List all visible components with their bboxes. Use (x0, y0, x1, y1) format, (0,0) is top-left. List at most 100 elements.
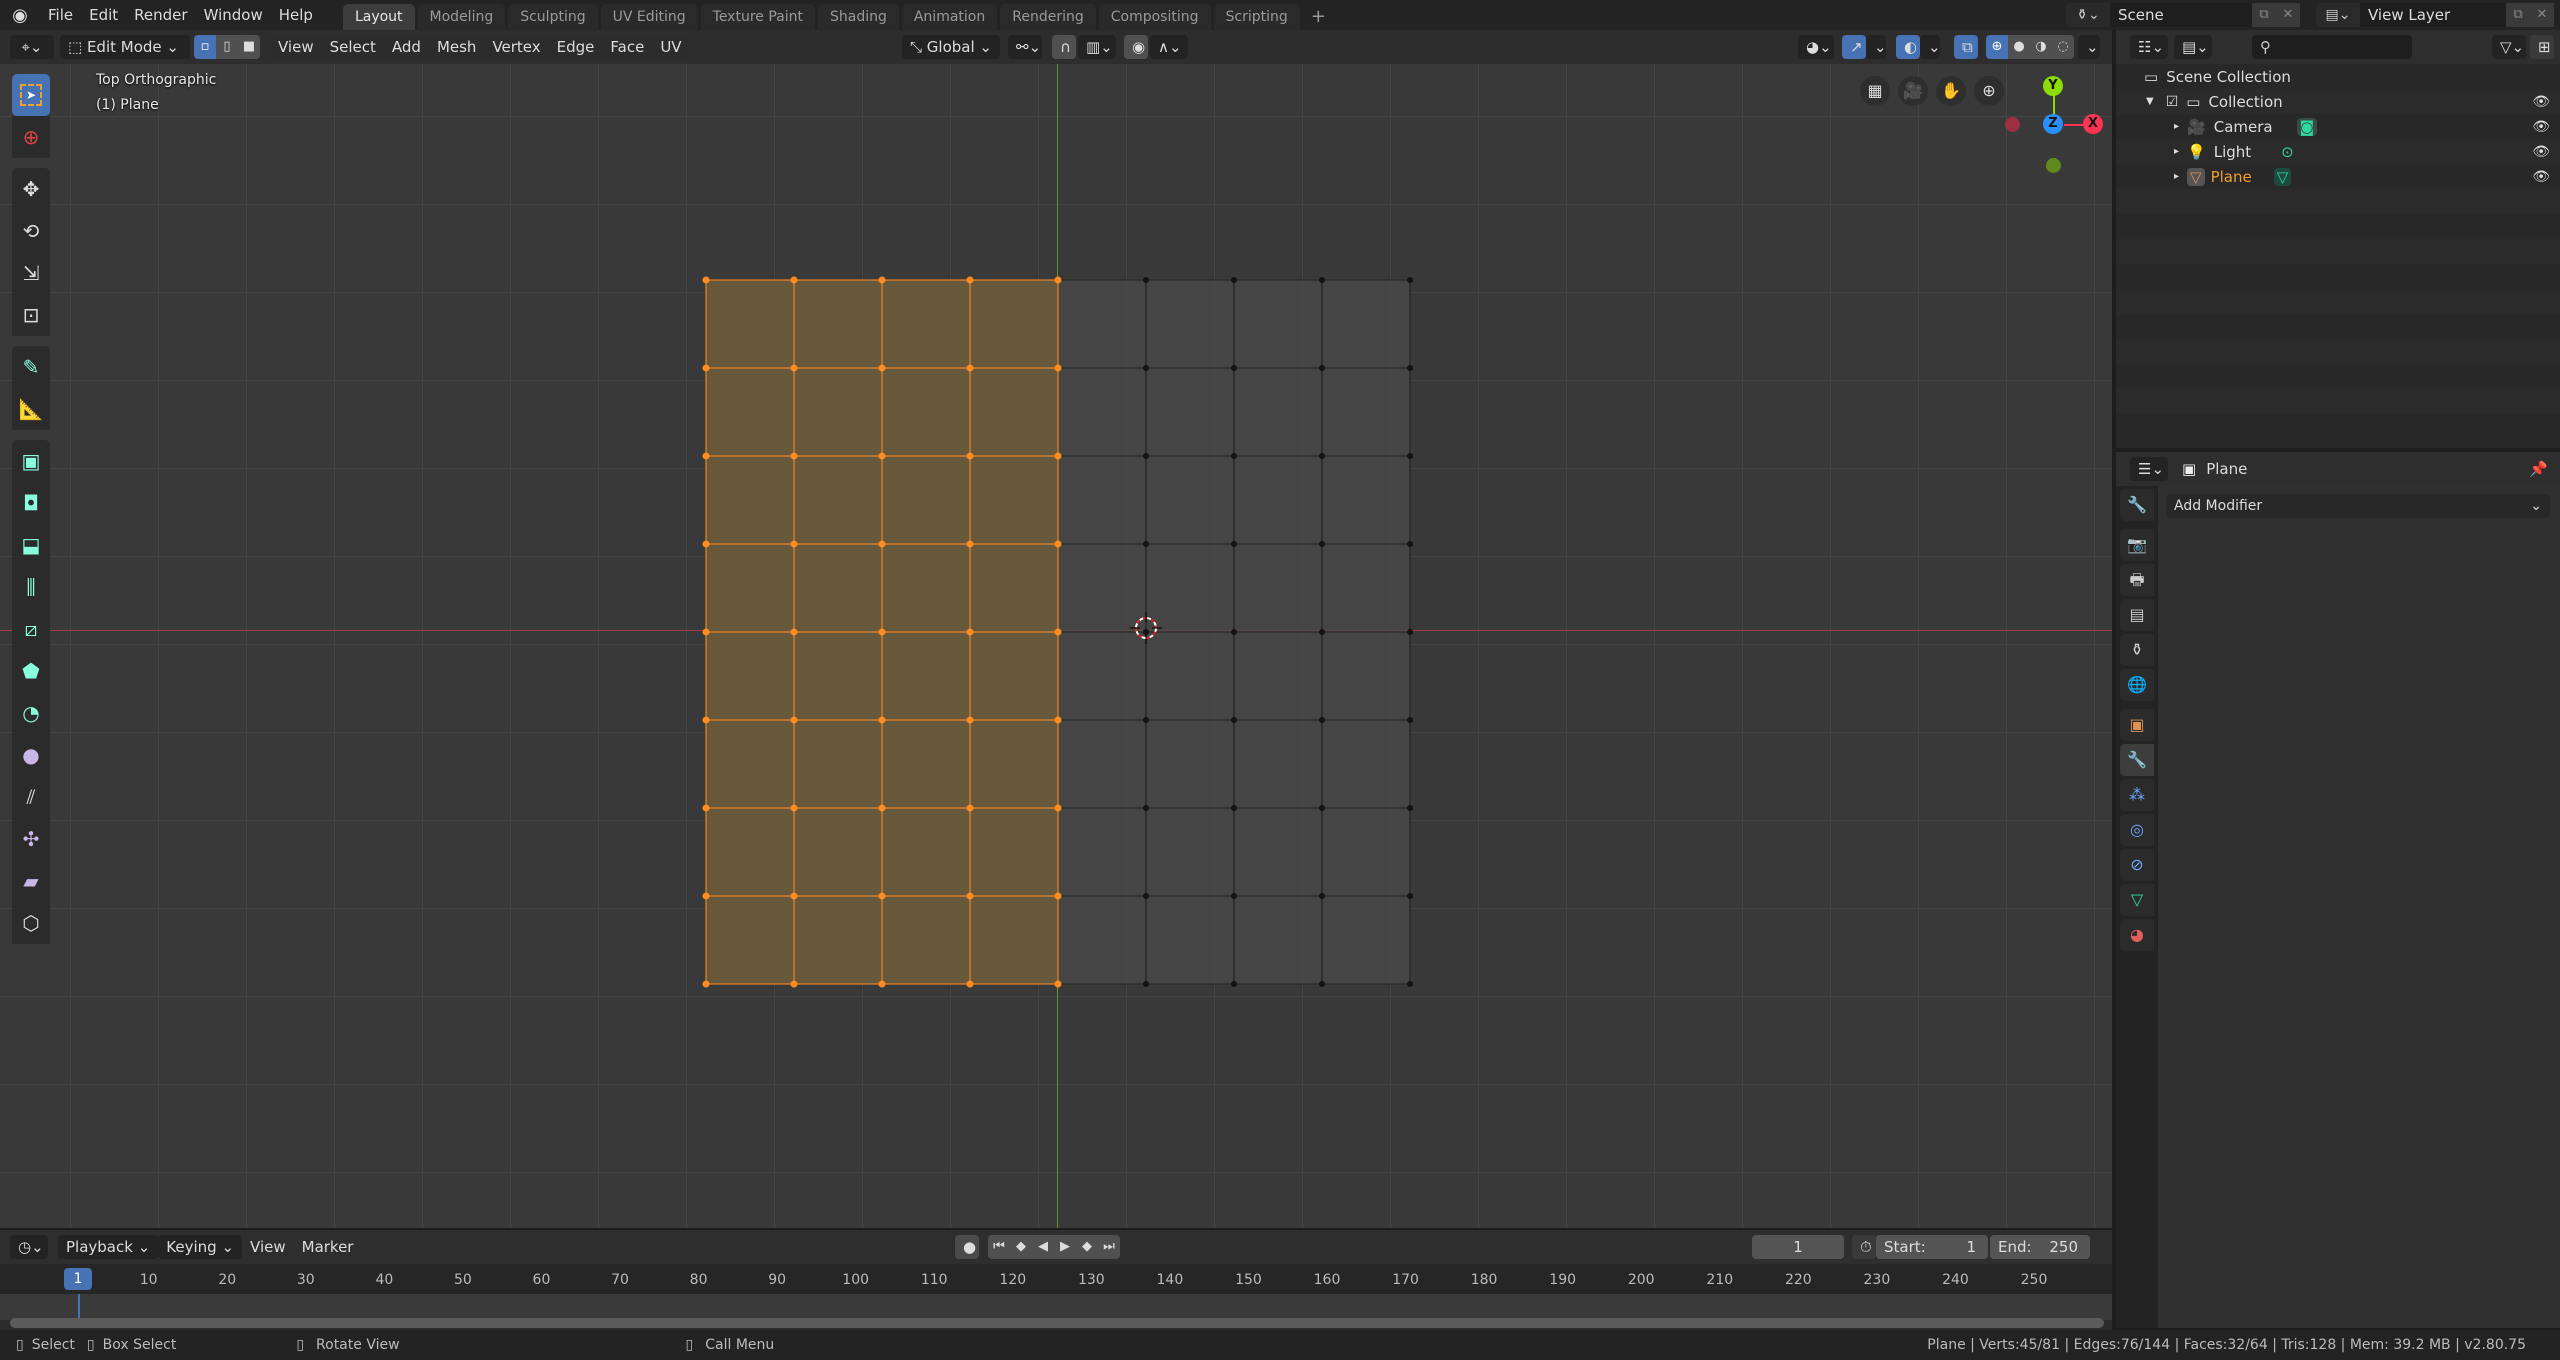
selected-vertex[interactable] (790, 980, 798, 988)
timeline-editor-type-icon[interactable]: ◷⌄ (10, 1235, 48, 1259)
view-layer-selector[interactable]: ▤⌄ View Layer ⧉ ✕ (2316, 3, 2554, 27)
vertex[interactable] (1319, 805, 1325, 811)
vertex[interactable] (1231, 893, 1237, 899)
tab-layout[interactable]: Layout (342, 4, 415, 30)
scene-tab-icon[interactable]: ⚱ (2120, 634, 2154, 666)
shading-dropdown-icon[interactable]: ⌄ (2078, 35, 2100, 59)
move-tool[interactable]: ✥ (12, 168, 50, 210)
vertex[interactable] (1143, 365, 1149, 371)
selected-vertex[interactable] (702, 540, 710, 548)
selected-vertex[interactable] (702, 364, 710, 372)
stopwatch-icon[interactable]: ⏱ (1852, 1235, 1876, 1259)
face-select-icon[interactable]: ■ (238, 35, 260, 59)
tool-tab-icon[interactable]: 🔧 (2120, 489, 2154, 521)
shrink-fatten-tool[interactable]: ✣ (12, 818, 50, 860)
selected-vertex[interactable] (1054, 540, 1062, 548)
smooth-tool[interactable]: ● (12, 734, 50, 776)
vertex[interactable] (1319, 453, 1325, 459)
world-tab-icon[interactable]: 🌐 (2120, 669, 2154, 701)
add-workspace-icon[interactable]: + (1303, 4, 1334, 30)
prev-keyframe-icon[interactable]: ◆ (1010, 1235, 1032, 1259)
delete-scene-icon[interactable]: ✕ (2276, 3, 2300, 27)
tab-rendering[interactable]: Rendering (1000, 4, 1096, 30)
vertex[interactable] (1231, 981, 1237, 987)
scale-tool[interactable]: ⇲ (12, 252, 50, 294)
blender-logo-icon[interactable]: ◉ (0, 5, 40, 26)
menu-uv[interactable]: UV (652, 35, 690, 59)
selected-vertex[interactable] (966, 452, 974, 460)
vertex[interactable] (1407, 717, 1413, 723)
timeline-track-area[interactable] (0, 1294, 2112, 1320)
selected-vertex[interactable] (790, 364, 798, 372)
new-collection-icon[interactable]: ⊞ (2530, 35, 2554, 59)
light-data-icon[interactable]: ⊙ (2281, 143, 2294, 161)
selected-vertex[interactable] (790, 804, 798, 812)
selected-vertex[interactable] (966, 276, 974, 284)
vertex[interactable] (1407, 277, 1413, 283)
outliner-row-plane[interactable]: ▸ ▽ Plane ▽ 👁 (2116, 164, 2560, 189)
vertex[interactable] (1231, 277, 1237, 283)
visibility-icon[interactable]: ◕⌄ (1798, 35, 1834, 59)
menu-timeline-view[interactable]: View (242, 1235, 294, 1259)
toggle-camera-grid-icon[interactable]: ▦ (1860, 76, 1890, 106)
outliner-row-scene-collection[interactable]: ▭ Scene Collection (2116, 64, 2560, 89)
selected-vertex[interactable] (878, 716, 886, 724)
overlays-toggle-icon[interactable]: ◐ (1896, 35, 1920, 59)
delete-view-layer-icon[interactable]: ✕ (2530, 3, 2554, 27)
menu-edge[interactable]: Edge (548, 35, 603, 59)
gizmo-toggle-icon[interactable]: ↗ (1842, 35, 1866, 59)
gizmo-dropdown-icon[interactable]: ⌄ (1866, 35, 1887, 59)
vertex[interactable] (1143, 717, 1149, 723)
outliner-row-camera[interactable]: ▸ 🎥 Camera ◙ 👁 (2116, 114, 2560, 139)
gizmo-z-axis[interactable]: Z (2043, 114, 2063, 134)
vertex[interactable] (1143, 805, 1149, 811)
current-frame-field[interactable]: 1 (1752, 1235, 1844, 1259)
shear-tool[interactable]: ▰ (12, 860, 50, 902)
duplicate-view-layer-icon[interactable]: ⧉ (2506, 3, 2530, 27)
vertex[interactable] (1319, 365, 1325, 371)
current-frame-indicator[interactable]: 1 (64, 1268, 92, 1290)
vertex-select-icon[interactable]: ▫ (194, 35, 216, 59)
expand-light-icon[interactable]: ▸ (2174, 146, 2179, 157)
selected-vertex[interactable] (702, 276, 710, 284)
vertex[interactable] (1319, 893, 1325, 899)
vertex[interactable] (1231, 805, 1237, 811)
vertex[interactable] (1143, 453, 1149, 459)
menu-help[interactable]: Help (271, 0, 321, 30)
snap-target-icon[interactable]: ▥⌄ (1078, 35, 1116, 59)
rendered-shading-icon[interactable]: ◌ (2052, 35, 2074, 59)
jump-end-icon[interactable]: ⏭ (1098, 1235, 1120, 1259)
gizmo-neg-y[interactable] (2046, 158, 2061, 173)
selected-vertex[interactable] (702, 716, 710, 724)
vertex[interactable] (1407, 629, 1413, 635)
annotate-tool[interactable]: ✎ (12, 346, 50, 388)
tab-animation[interactable]: Animation (901, 4, 998, 30)
proportional-edit-icon[interactable]: ◉ (1124, 35, 1148, 59)
vertex[interactable] (1407, 981, 1413, 987)
tab-modeling[interactable]: Modeling (417, 4, 506, 30)
menu-vertex[interactable]: Vertex (484, 35, 549, 59)
scene-selector[interactable]: ⚱⌄ Scene ⧉ ✕ (2066, 3, 2300, 27)
start-frame-field[interactable]: Start: 1 (1876, 1235, 1988, 1259)
menu-playback[interactable]: Playback ⌄ (58, 1235, 159, 1259)
select-box-tool[interactable]: ➤ (12, 74, 50, 116)
tab-compositing[interactable]: Compositing (1098, 4, 1211, 30)
record-icon[interactable]: ● (955, 1235, 979, 1259)
falloff-icon[interactable]: ∧⌄ (1150, 35, 1188, 59)
selected-vertex[interactable] (1054, 980, 1062, 988)
selected-vertex[interactable] (1054, 628, 1062, 636)
gizmo-neg-x[interactable] (2005, 117, 2020, 132)
selected-vertex[interactable] (878, 980, 886, 988)
mesh-data-tab-icon[interactable]: ▽ (2120, 884, 2154, 916)
vertex[interactable] (1319, 981, 1325, 987)
mode-selector[interactable]: ⬚ Edit Mode ⌄ (60, 35, 190, 59)
selected-vertex[interactable] (966, 364, 974, 372)
selected-vertex[interactable] (966, 540, 974, 548)
selected-vertex[interactable] (878, 892, 886, 900)
physics-tab-icon[interactable]: ◎ (2120, 814, 2154, 846)
expand-camera-icon[interactable]: ▸ (2174, 121, 2179, 132)
selected-vertex[interactable] (790, 540, 798, 548)
vertex[interactable] (1231, 541, 1237, 547)
vertex[interactable] (1143, 893, 1149, 899)
timeline-ruler[interactable]: 1 10 20 30 40 50 60 70 80 90 100 110 120 130 140 150 16… (0, 1264, 2112, 1294)
